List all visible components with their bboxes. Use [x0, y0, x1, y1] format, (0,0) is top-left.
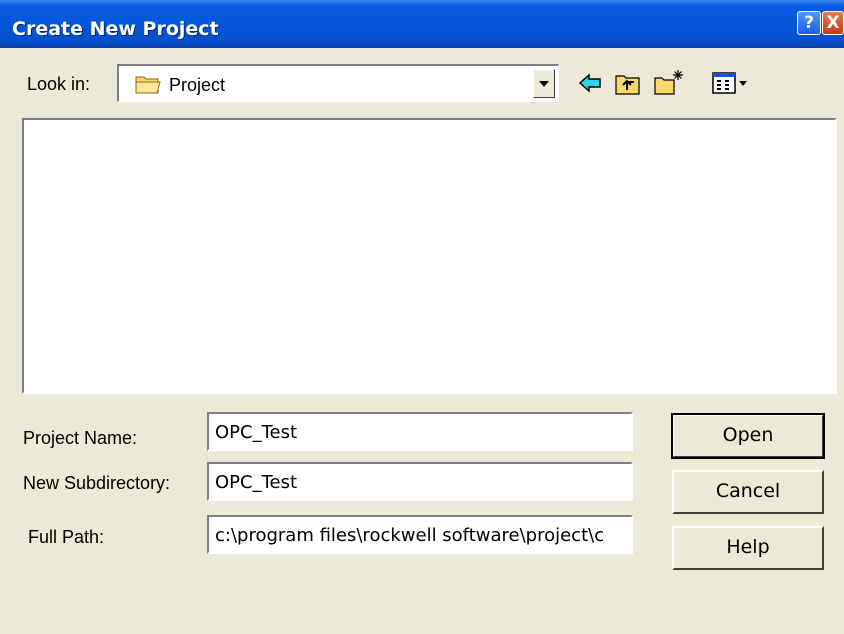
window-title: Create New Project	[12, 18, 219, 40]
title-bar[interactable]: Create New Project ? X	[0, 0, 844, 48]
look-in-label: Look in:	[27, 74, 91, 94]
project-name-input[interactable]: OPC_Test	[207, 412, 633, 451]
file-list[interactable]	[22, 118, 837, 394]
help-button[interactable]: Help	[672, 526, 824, 570]
back-arrow-icon[interactable]	[578, 72, 602, 99]
look-in-value: Project	[169, 75, 226, 95]
close-button[interactable]: X	[822, 11, 844, 35]
new-subdirectory-label: New Subdirectory:	[23, 473, 171, 493]
folder-icon	[135, 73, 161, 100]
full-path-label: Full Path:	[28, 527, 105, 547]
view-menu-icon[interactable]	[712, 72, 752, 99]
open-button[interactable]: Open	[671, 413, 825, 459]
create-new-folder-icon[interactable]	[654, 68, 684, 101]
new-subdirectory-input[interactable]: OPC_Test	[207, 462, 633, 501]
project-name-label: Project Name:	[23, 428, 138, 448]
chevron-down-icon[interactable]	[533, 69, 555, 98]
look-in-dropdown[interactable]: Project	[117, 64, 559, 102]
cancel-button[interactable]: Cancel	[672, 470, 824, 514]
help-title-button[interactable]: ?	[797, 11, 821, 35]
full-path-field[interactable]: c:\program files\rockwell software\proje…	[207, 515, 633, 554]
up-one-level-icon[interactable]	[615, 72, 641, 101]
